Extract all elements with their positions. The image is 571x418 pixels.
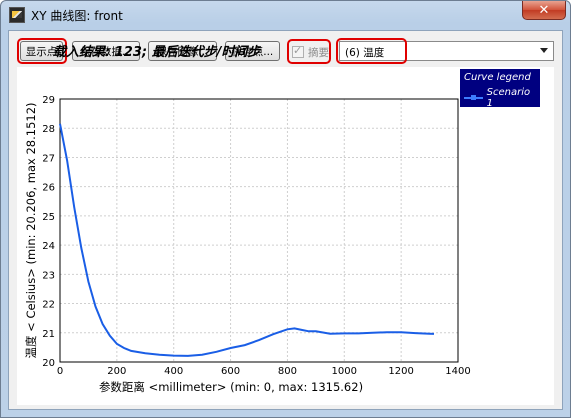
y-tick-label: 27 bbox=[42, 153, 55, 164]
y-tick-label: 22 bbox=[42, 300, 55, 311]
y-tick-label: 26 bbox=[42, 183, 55, 194]
y-tick-label: 29 bbox=[42, 95, 55, 106]
xy-chart: 0 200 400 600 800 1000 1200 1400 20 21 22 23 24 25 26 2… bbox=[24, 95, 471, 394]
x-tick-label: 600 bbox=[221, 366, 240, 377]
legend-swatch bbox=[464, 95, 483, 100]
x-tick-label: 1400 bbox=[445, 366, 470, 377]
x-tick-label: 1000 bbox=[332, 366, 357, 377]
x-tick-label: 400 bbox=[164, 366, 183, 377]
xy-plot-window: XY 曲线图: front ✕ 显示点 保存数据... 保存图像... 保存点.… bbox=[0, 0, 571, 418]
y-tick-label: 20 bbox=[42, 358, 55, 369]
y-tick-label: 28 bbox=[42, 124, 55, 135]
x-tick-label: 0 bbox=[57, 366, 63, 377]
y-tick-label: 23 bbox=[42, 270, 55, 281]
curve-legend: Curve legend Scenario 1 bbox=[460, 69, 540, 109]
x-tick-label: 200 bbox=[107, 366, 126, 377]
x-tick-label: 1200 bbox=[388, 366, 413, 377]
x-tick-label: 800 bbox=[278, 366, 297, 377]
legend-title: Curve legend bbox=[464, 72, 531, 83]
y-tick-label: 25 bbox=[42, 212, 55, 223]
y-axis-label: 温度 < Celsius> (min: 20.206, max 28.1512) bbox=[24, 102, 38, 358]
plot-background bbox=[60, 99, 458, 362]
legend-entry: Scenario 1 bbox=[464, 87, 536, 109]
y-tick-label: 21 bbox=[42, 329, 55, 340]
x-axis-label: 参数距离 <millimeter> (min: 0, max: 1315.62) bbox=[99, 380, 363, 394]
y-tick-label: 24 bbox=[42, 241, 55, 252]
legend-label: Scenario 1 bbox=[486, 87, 531, 109]
chart-title: 载入结果: 123; 最后迭代步/时间步 bbox=[53, 45, 261, 60]
